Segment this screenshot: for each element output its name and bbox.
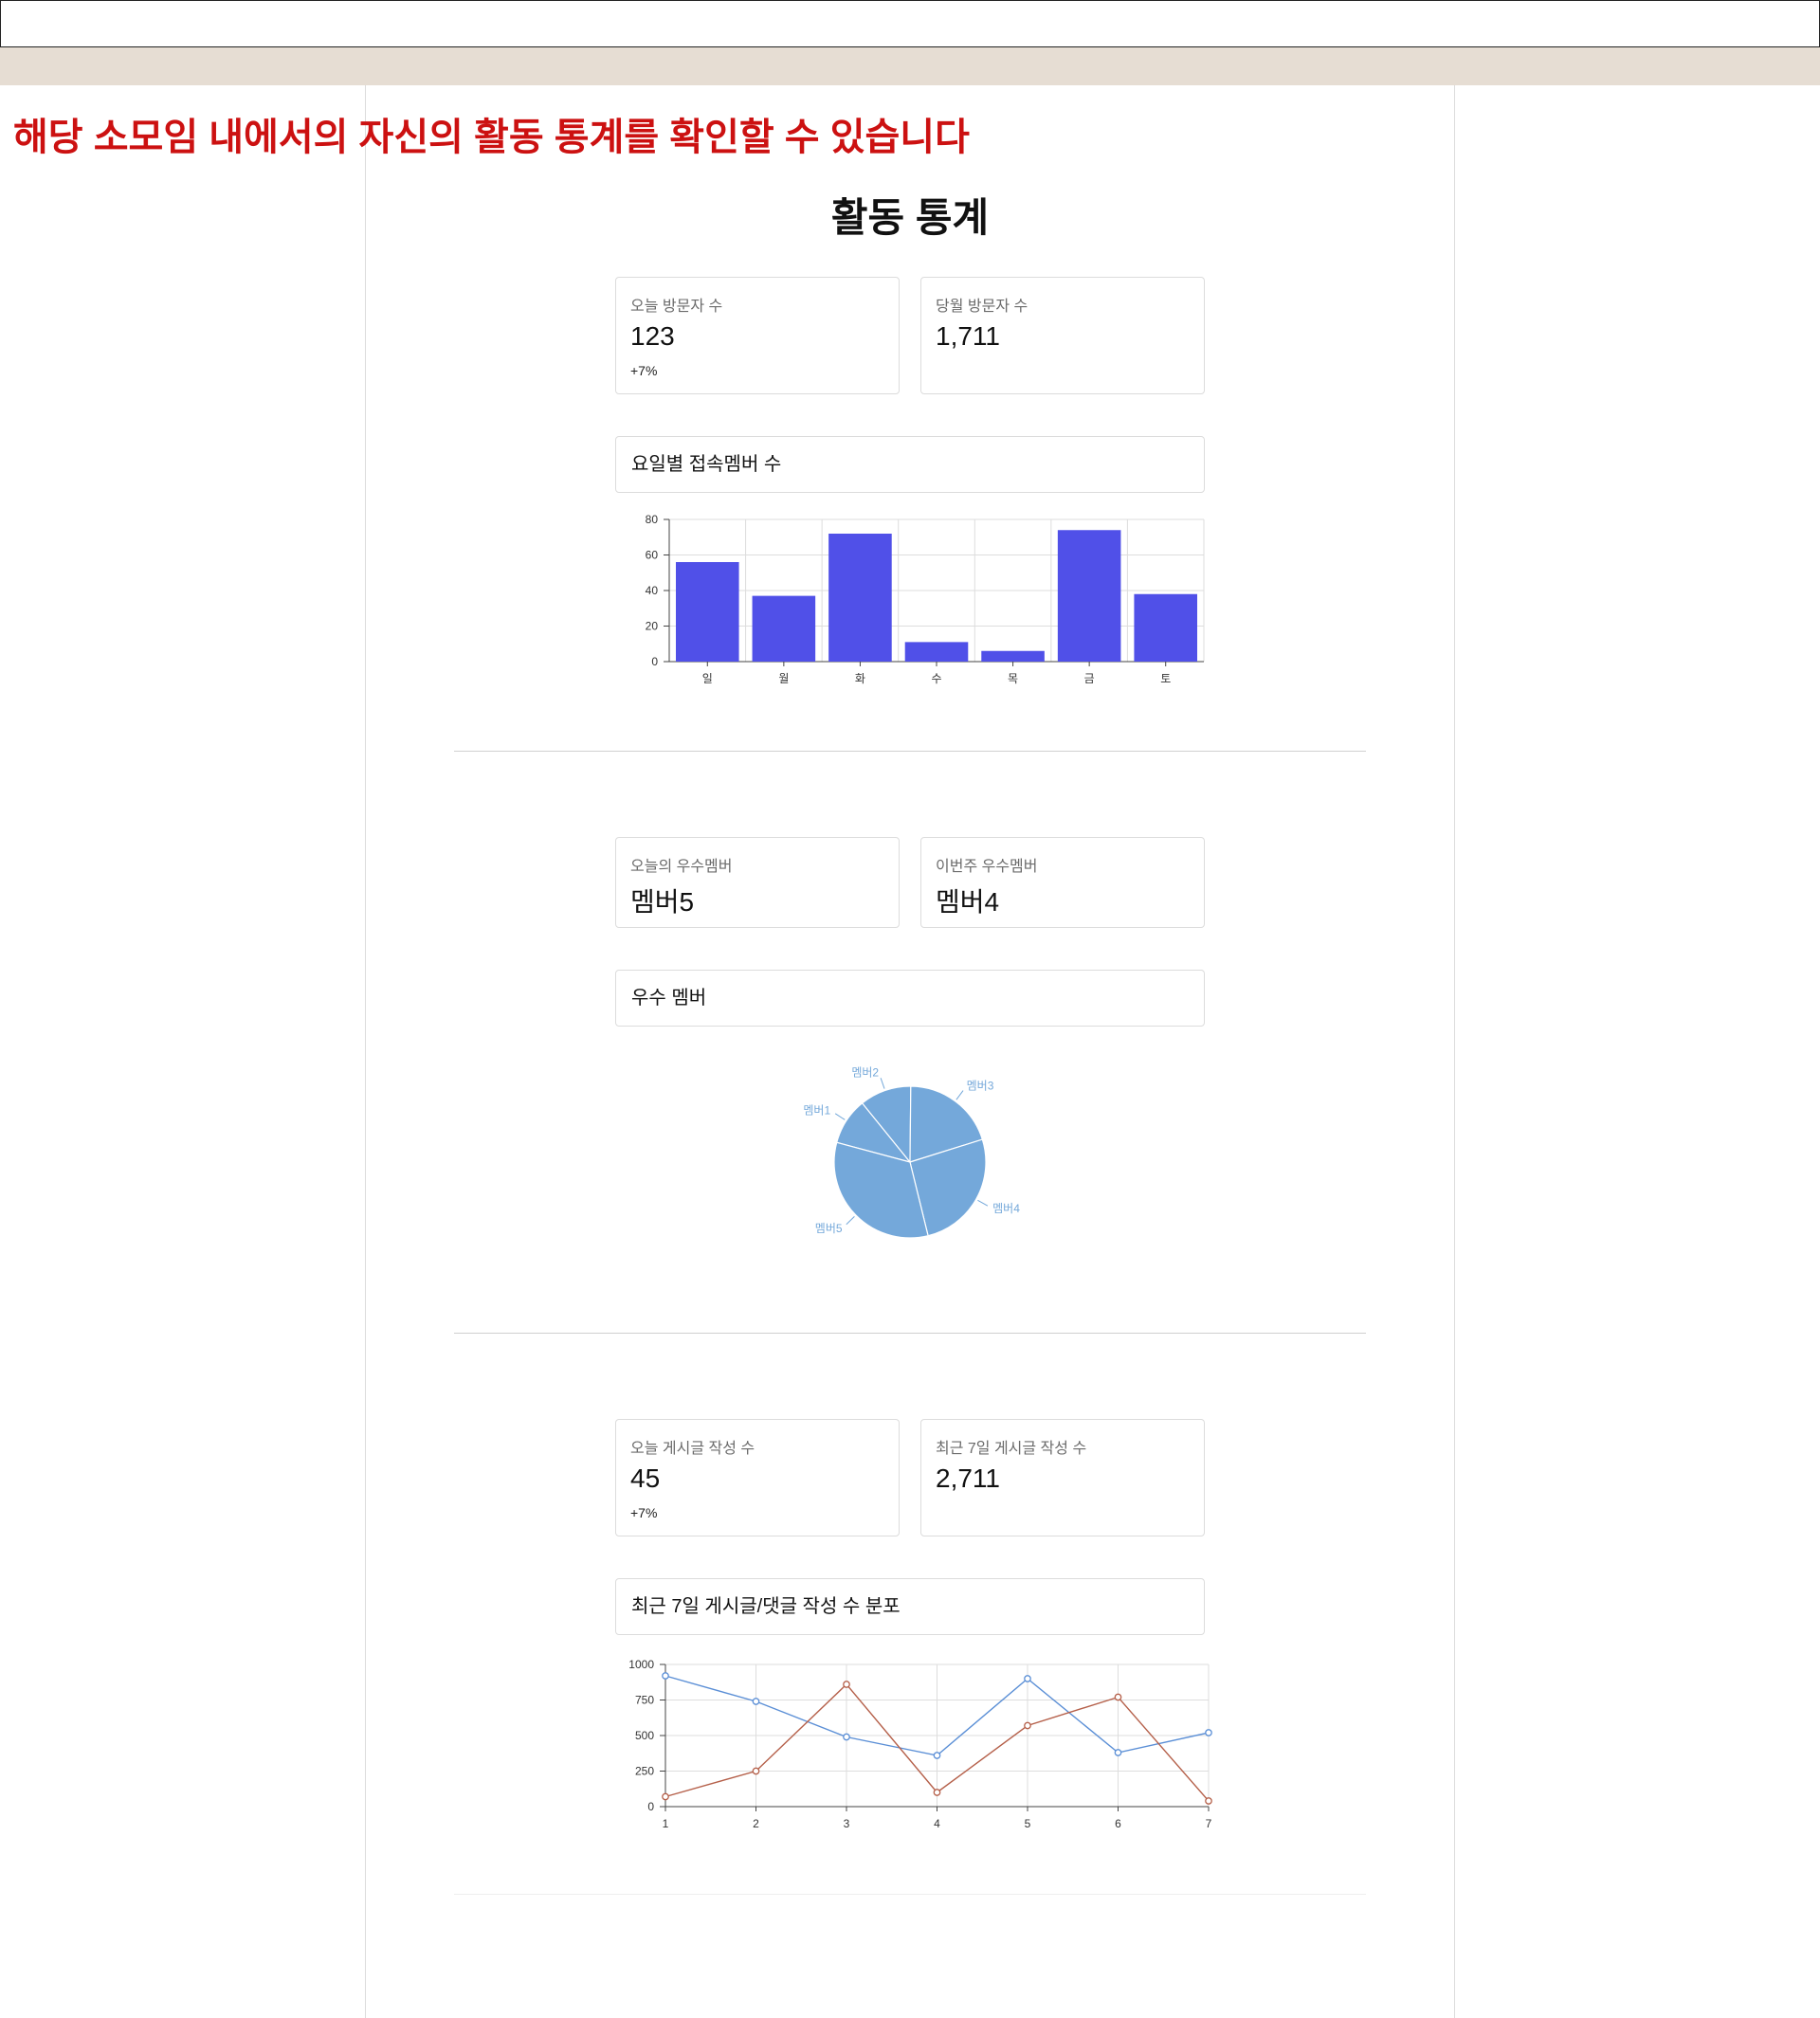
x-tick-label: 수 bbox=[931, 672, 941, 685]
series-point bbox=[1024, 1721, 1031, 1730]
card-value: 123 bbox=[630, 321, 675, 351]
pie-leader-line bbox=[834, 1113, 846, 1120]
today-visitors-card: 오늘 방문자 수 123 +7% bbox=[615, 277, 900, 394]
weekday-bar-chart: 0 20 40 60 80 일 월 화 수 목 금 토 bbox=[646, 513, 1205, 685]
y-tick-label: 500 bbox=[635, 1729, 654, 1742]
section-divider bbox=[454, 751, 1366, 752]
card-label: 최근 7일 게시글 작성 수 bbox=[936, 1441, 1087, 1457]
y-tick-label: 80 bbox=[646, 513, 659, 526]
x-tick-label: 1 bbox=[663, 1817, 669, 1830]
x-tick-label: 토 bbox=[1160, 672, 1171, 685]
y-tick-label: 1000 bbox=[628, 1658, 654, 1671]
card-delta: +7% bbox=[630, 1505, 658, 1520]
today-posts-card: 오늘 게시글 작성 수 45 +7% bbox=[615, 1419, 900, 1536]
x-tick-label: 목 bbox=[1008, 672, 1018, 685]
bar bbox=[1057, 530, 1121, 662]
series-point bbox=[1024, 1675, 1031, 1682]
header-band bbox=[0, 47, 1820, 85]
x-tick-label: 금 bbox=[1084, 672, 1095, 685]
x-tick-label: 월 bbox=[778, 672, 789, 685]
week-posts-card: 최근 7일 게시글 작성 수 2,711 bbox=[920, 1419, 1205, 1536]
series-point bbox=[843, 1681, 850, 1688]
x-tick-label: 3 bbox=[844, 1817, 850, 1830]
best-member-pie-chart: 멤버1 멤버2 멤버3 멤버4 멤버5 bbox=[803, 1066, 1020, 1239]
x-tick-label: 7 bbox=[1206, 1817, 1212, 1830]
series-point bbox=[1114, 1693, 1122, 1701]
card-label: 오늘 게시글 작성 수 bbox=[630, 1441, 755, 1457]
series-point bbox=[1205, 1797, 1212, 1805]
y-tick-label: 750 bbox=[635, 1694, 654, 1707]
pie-label: 멤버4 bbox=[992, 1202, 1020, 1215]
best-member-chart-title: 우수 멤버 bbox=[615, 970, 1205, 1027]
series-point bbox=[843, 1733, 850, 1741]
x-tick-label: 2 bbox=[753, 1817, 759, 1830]
series-point bbox=[662, 1792, 669, 1801]
annotation-caption: 해당 소모임 내에서의 자신의 활동 통계를 확인할 수 있습니다 bbox=[13, 117, 970, 158]
posts-chart-title: 최근 7일 게시글/댓글 작성 수 분포 bbox=[615, 1578, 1205, 1635]
x-tick-label: 화 bbox=[855, 672, 865, 685]
bar bbox=[1134, 593, 1197, 662]
x-tick-label: 일 bbox=[702, 672, 713, 685]
card-delta: +7% bbox=[630, 363, 658, 378]
card-value: 멤버4 bbox=[936, 887, 1000, 917]
bar bbox=[981, 650, 1045, 662]
y-tick-label: 40 bbox=[646, 584, 659, 597]
page-title: 활동 통계 bbox=[830, 195, 990, 240]
card-label: 당월 방문자 수 bbox=[936, 299, 1028, 315]
card-label: 오늘의 우수멤버 bbox=[630, 859, 733, 875]
pie-leader-line bbox=[956, 1090, 964, 1100]
card-value: 멤버5 bbox=[630, 887, 695, 917]
y-tick-label: 20 bbox=[646, 620, 659, 633]
content-right-border bbox=[1454, 85, 1455, 2018]
card-value: 1,711 bbox=[936, 321, 1000, 351]
y-tick-label: 0 bbox=[647, 1800, 654, 1813]
card-label: 이번주 우수멤버 bbox=[936, 859, 1038, 875]
pie-label: 멤버3 bbox=[967, 1080, 994, 1093]
y-tick-label: 0 bbox=[651, 655, 658, 668]
bar bbox=[676, 562, 739, 662]
address-bar-box bbox=[0, 0, 1820, 47]
pie-label: 멤버1 bbox=[803, 1104, 830, 1118]
x-tick-label: 5 bbox=[1025, 1817, 1031, 1830]
x-tick-label: 6 bbox=[1115, 1817, 1121, 1830]
pie-leader-line bbox=[846, 1216, 855, 1226]
series-point bbox=[933, 1752, 941, 1759]
content-left-border bbox=[365, 85, 366, 2018]
series-point bbox=[933, 1789, 941, 1796]
weekday-chart-title: 요일별 접속멤버 수 bbox=[615, 436, 1205, 493]
y-tick-label: 60 bbox=[646, 549, 659, 562]
bar bbox=[752, 595, 816, 662]
pie-label: 멤버5 bbox=[815, 1222, 843, 1235]
pie-leader-line bbox=[880, 1078, 885, 1089]
series-point bbox=[752, 1698, 760, 1705]
series-point bbox=[1114, 1749, 1122, 1756]
card-value: 2,711 bbox=[936, 1464, 1000, 1493]
series-point bbox=[1205, 1729, 1212, 1736]
section-divider bbox=[454, 1894, 1366, 1895]
series-point bbox=[752, 1767, 760, 1775]
bar bbox=[828, 534, 892, 662]
y-tick-label: 250 bbox=[635, 1765, 654, 1778]
week-best-member-card: 이번주 우수멤버 멤버4 bbox=[920, 837, 1205, 928]
today-best-member-card: 오늘의 우수멤버 멤버5 bbox=[615, 837, 900, 928]
pie-leader-line bbox=[977, 1199, 989, 1207]
card-value: 45 bbox=[630, 1464, 661, 1493]
month-visitors-card: 당월 방문자 수 1,711 bbox=[920, 277, 1205, 394]
x-tick-label: 4 bbox=[934, 1817, 940, 1830]
bar bbox=[904, 642, 969, 662]
card-label: 오늘 방문자 수 bbox=[630, 299, 723, 315]
pie-label: 멤버2 bbox=[851, 1066, 879, 1080]
posts-line-chart: 0 250 500 750 1000 1 2 3 4 5 6 7 bbox=[628, 1658, 1212, 1830]
series-point bbox=[662, 1672, 669, 1680]
section-divider bbox=[454, 1333, 1366, 1334]
